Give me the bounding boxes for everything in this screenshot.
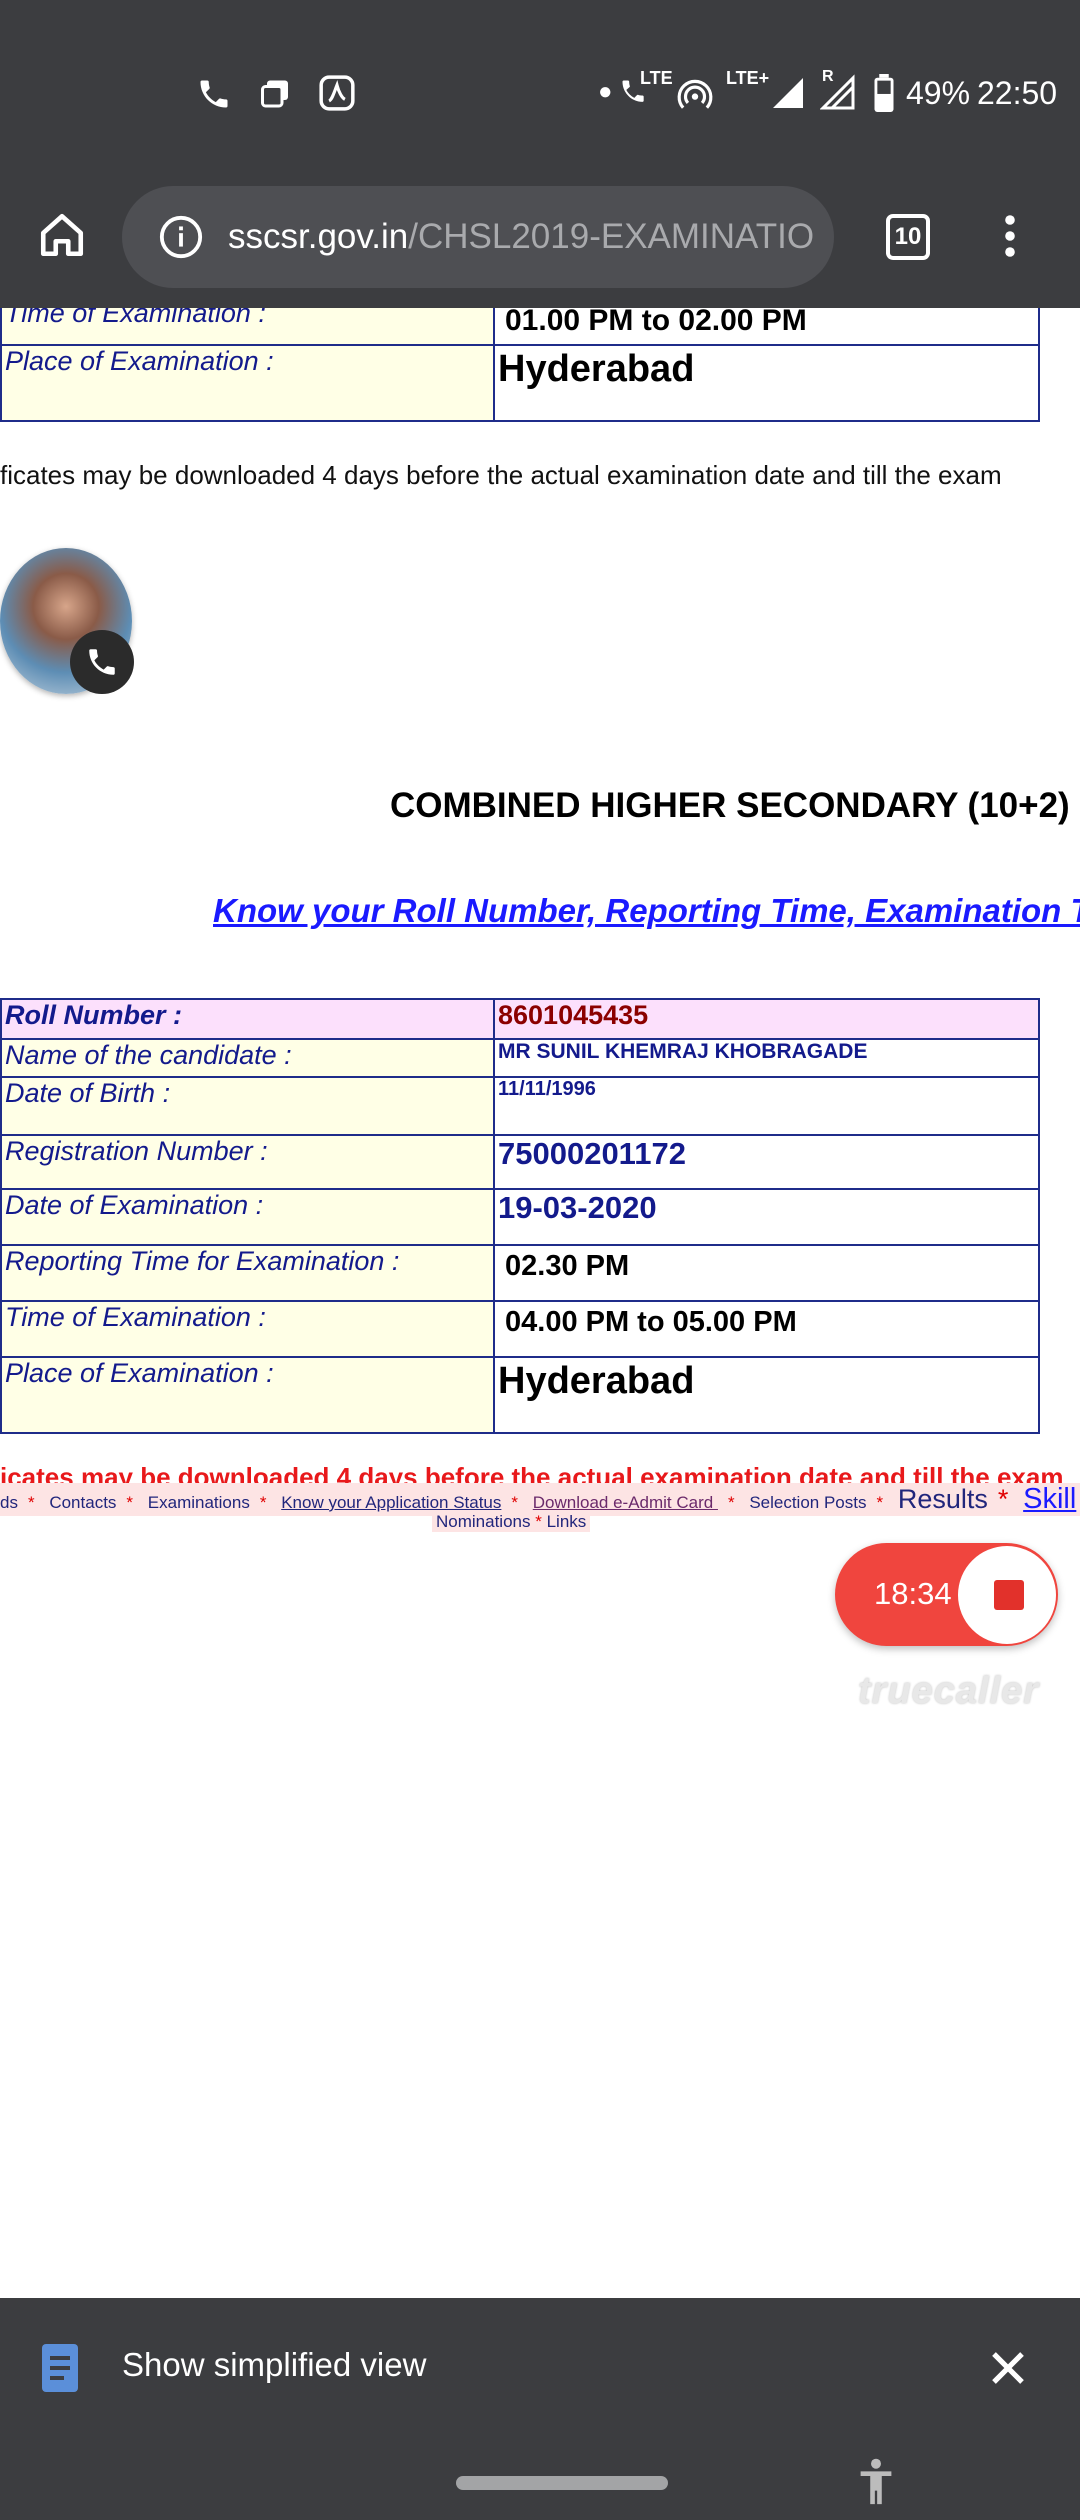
registration-value: 75000201172 xyxy=(493,1134,1040,1190)
signal-roaming-icon xyxy=(820,74,855,110)
info-icon[interactable] xyxy=(158,214,204,260)
exam-details-table: Roll Number : 8601045435 Name of the can… xyxy=(0,998,1040,1434)
roll-number-label: Roll Number : xyxy=(0,998,495,1040)
footer-link-admit-card[interactable]: Download e-Admit Card xyxy=(533,1493,718,1512)
footer-link-contacts[interactable]: Contacts xyxy=(49,1493,116,1512)
url-text[interactable]: sscsr.gov.in/CHSL2019-EXAMINATIO xyxy=(228,217,814,257)
time-label: Time of Examination : xyxy=(0,308,495,346)
exam-time-label: Time of Examination : xyxy=(0,1300,495,1358)
time-value: 01.00 PM to 02.00 PM xyxy=(493,308,1040,346)
navigation-bar xyxy=(0,2438,1080,2520)
messages-icon xyxy=(261,80,288,108)
exam-table-previous: Time of Examination : 01.00 PM to 02.00 … xyxy=(0,308,1040,422)
url-host: sscsr.gov.in xyxy=(228,217,409,256)
candidate-name-label: Name of the candidate : xyxy=(0,1038,495,1078)
battery-percent: 49% xyxy=(906,75,971,111)
lte-plus-label: LTE+ xyxy=(726,68,770,88)
footer-links-line2: Nominations * Links xyxy=(432,1512,591,1532)
truecaller-logo: truecaller xyxy=(858,1670,1040,1712)
place-value: Hyderabad xyxy=(493,344,1040,422)
close-icon[interactable] xyxy=(988,2348,1028,2388)
reporting-time-label: Reporting Time for Examination : xyxy=(0,1244,495,1302)
web-page: Time of Examination : 01.00 PM to 02.00 … xyxy=(0,308,1080,2298)
footer-link-application-status[interactable]: Know your Application Status xyxy=(281,1493,501,1512)
stop-icon xyxy=(994,1580,1024,1610)
home-gesture-pill[interactable] xyxy=(456,2476,668,2490)
dot-icon: ● xyxy=(598,78,613,105)
exam-place-value: Hyderabad xyxy=(493,1356,1040,1434)
footer-link-nominations[interactable]: Nominations xyxy=(436,1512,531,1531)
phone-icon[interactable] xyxy=(70,630,134,694)
exam-date-value: 19-03-2020 xyxy=(493,1188,1040,1246)
dob-value: 11/11/1996 xyxy=(493,1076,1040,1136)
footer-link-ds[interactable]: ds xyxy=(0,1493,18,1512)
reporting-time-value: 02.30 PM xyxy=(493,1244,1040,1302)
recording-timer: 18:34 xyxy=(874,1576,952,1611)
place-label: Place of Examination : xyxy=(0,344,495,422)
signal-icon xyxy=(773,78,803,108)
status-bar: ● LTE LTE+ R 49% 22:50 xyxy=(0,0,1080,190)
home-icon[interactable] xyxy=(36,210,88,260)
saavn-icon xyxy=(319,75,355,111)
more-menu-icon[interactable] xyxy=(992,212,1028,260)
registration-label: Registration Number : xyxy=(0,1134,495,1190)
simplified-view-bar[interactable]: Show simplified view xyxy=(0,2298,1080,2438)
download-note: ficates may be downloaded 4 days before … xyxy=(0,460,1002,490)
exam-date-label: Date of Examination : xyxy=(0,1188,495,1246)
footer-link-links[interactable]: Links xyxy=(547,1512,587,1531)
roll-number-value: 8601045435 xyxy=(493,998,1040,1040)
footer-link-selection-posts[interactable]: Selection Posts xyxy=(749,1493,866,1512)
section-heading: COMBINED HIGHER SECONDARY (10+2) xyxy=(390,786,1070,825)
candidate-name-value: MR SUNIL KHEMRAJ KHOBRAGADE xyxy=(493,1038,1040,1078)
footer-link-examinations[interactable]: Examinations xyxy=(148,1493,250,1512)
url-path: /CHSL2019-EXAMINATIO xyxy=(408,217,815,256)
footer-link-results[interactable]: Results xyxy=(898,1484,988,1514)
accessibility-icon[interactable] xyxy=(856,2456,896,2506)
battery-icon xyxy=(874,74,894,112)
document-icon xyxy=(42,2344,78,2392)
hotspot-icon xyxy=(677,79,713,109)
phone-icon xyxy=(200,80,228,108)
exam-time-value: 04.00 PM to 05.00 PM xyxy=(493,1300,1040,1358)
exam-place-label: Place of Examination : xyxy=(0,1356,495,1434)
footer-separator: * xyxy=(535,1512,542,1531)
roll-number-link[interactable]: Know your Roll Number, Reporting Time, E… xyxy=(213,892,1080,930)
footer-link-skill[interactable]: Skill xyxy=(1023,1483,1076,1515)
tab-switcher-button[interactable]: 10 xyxy=(886,214,930,260)
simplified-view-label[interactable]: Show simplified view xyxy=(122,2346,426,2384)
dob-label: Date of Birth : xyxy=(0,1076,495,1136)
clock: 22:50 xyxy=(977,75,1058,111)
lte-label: LTE xyxy=(640,68,673,88)
